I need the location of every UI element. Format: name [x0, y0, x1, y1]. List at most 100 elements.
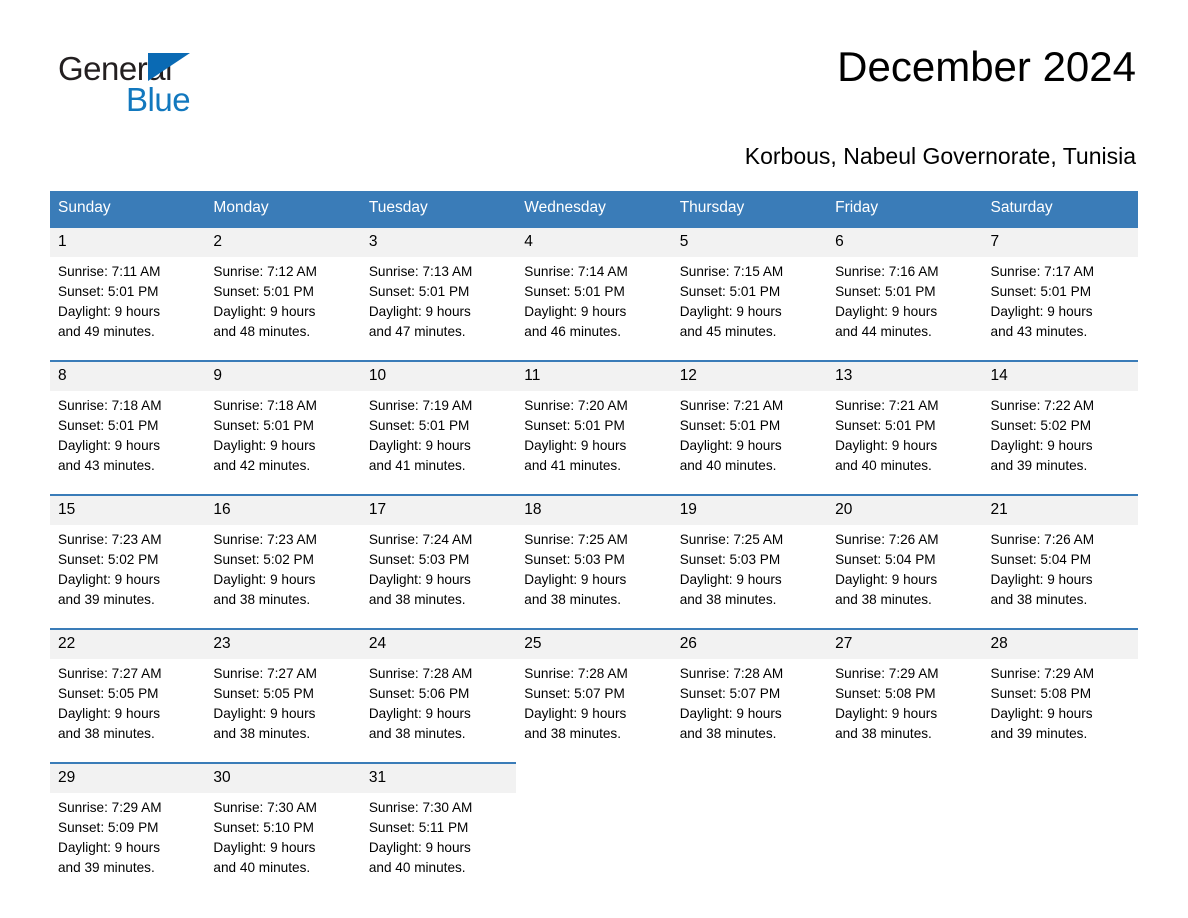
calendar-day[interactable]: 28 Sunrise: 7:29 AM Sunset: 5:08 PM Dayligh…: [982, 628, 1138, 762]
calendar-day[interactable]: 18 Sunrise: 7:25 AM Sunset: 5:03 PM Dayligh…: [516, 494, 672, 628]
day-details: Sunrise: 7:22 AM Sunset: 5:02 PM Daylight:…: [983, 391, 1138, 476]
day-details: Sunrise: 7:18 AM Sunset: 5:01 PM Daylight:…: [50, 391, 205, 476]
daylight-text-line1: Daylight: 9 hours: [524, 438, 627, 454]
calendar-day[interactable]: 17 Sunrise: 7:24 AM Sunset: 5:03 PM Dayligh…: [360, 494, 517, 628]
day-number: 23: [205, 630, 361, 660]
daylight-text-line2: and 38 minutes.: [58, 726, 155, 742]
calendar-day[interactable]: 11 Sunrise: 7:20 AM Sunset: 5:01 PM Dayligh…: [516, 360, 672, 494]
calendar-day[interactable]: 6 Sunrise: 7:16 AM Sunset: 5:01 PM Daylight…: [827, 226, 983, 360]
calendar-cell: 15 Sunrise: 7:23 AM Sunset: 5:02 PM Dayligh…: [50, 494, 206, 628]
calendar-day[interactable]: 14 Sunrise: 7:22 AM Sunset: 5:02 PM Dayligh…: [982, 360, 1138, 494]
calendar-cell: [983, 762, 1138, 896]
calendar-day[interactable]: 9 Sunrise: 7:18 AM Sunset: 5:01 PM Daylight…: [205, 360, 361, 494]
day-details: Sunrise: 7:29 AM Sunset: 5:09 PM Daylight:…: [50, 793, 205, 878]
calendar-day[interactable]: 4 Sunrise: 7:14 AM Sunset: 5:01 PM Daylight…: [516, 226, 672, 360]
daylight-text-line1: Daylight: 9 hours: [524, 706, 627, 722]
day-details: Sunrise: 7:18 AM Sunset: 5:01 PM Daylight:…: [205, 391, 360, 476]
daylight-text-line1: Daylight: 9 hours: [58, 706, 161, 722]
calendar-day[interactable]: 27 Sunrise: 7:29 AM Sunset: 5:08 PM Dayligh…: [827, 628, 983, 762]
calendar-day[interactable]: 30 Sunrise: 7:30 AM Sunset: 5:10 PM Dayligh…: [205, 762, 361, 896]
day-number: 9: [205, 362, 361, 392]
general-blue-logo[interactable]: General Blue: [50, 46, 230, 118]
sunrise-text: Sunrise: 7:26 AM: [835, 532, 939, 548]
daylight-text-line1: Daylight: 9 hours: [368, 304, 471, 320]
day-details: Sunrise: 7:19 AM Sunset: 5:01 PM Daylight:…: [361, 391, 516, 476]
calendar-day[interactable]: 26 Sunrise: 7:28 AM Sunset: 5:07 PM Dayligh…: [671, 628, 828, 762]
calendar-day[interactable]: 5 Sunrise: 7:15 AM Sunset: 5:01 PM Daylight…: [671, 226, 828, 360]
daylight-text-line2: and 41 minutes.: [368, 458, 466, 474]
daylight-text-line1: Daylight: 9 hours: [835, 438, 938, 454]
calendar-day[interactable]: 2 Sunrise: 7:12 AM Sunset: 5:01 PM Daylight…: [205, 226, 361, 360]
day-details: Sunrise: 7:26 AM Sunset: 5:04 PM Daylight:…: [983, 525, 1138, 610]
calendar-day[interactable]: 20 Sunrise: 7:26 AM Sunset: 5:04 PM Dayligh…: [827, 494, 983, 628]
day-number: [827, 762, 982, 773]
day-number: 10: [360, 362, 517, 392]
calendar-day[interactable]: 25 Sunrise: 7:28 AM Sunset: 5:07 PM Dayligh…: [516, 628, 672, 762]
sunset-text: Sunset: 5:01 PM: [835, 284, 936, 300]
calendar-cell: [516, 762, 671, 896]
daylight-text-line1: Daylight: 9 hours: [213, 304, 316, 320]
calendar-day[interactable]: 22 Sunrise: 7:27 AM Sunset: 5:05 PM Dayligh…: [50, 628, 206, 762]
daylight-text-line2: and 39 minutes.: [990, 458, 1088, 474]
calendar-day[interactable]: 7 Sunrise: 7:17 AM Sunset: 5:01 PM Daylight…: [982, 226, 1138, 360]
calendar-day[interactable]: 21 Sunrise: 7:26 AM Sunset: 5:04 PM Dayligh…: [982, 494, 1138, 628]
daylight-text-line1: Daylight: 9 hours: [835, 706, 938, 722]
day-number: 24: [360, 630, 517, 660]
sunrise-text: Sunrise: 7:28 AM: [679, 666, 784, 682]
calendar-day[interactable]: 10 Sunrise: 7:19 AM Sunset: 5:01 PM Dayligh…: [360, 360, 517, 494]
sunset-text: Sunset: 5:01 PM: [368, 284, 470, 300]
calendar-day[interactable]: 23 Sunrise: 7:27 AM Sunset: 5:05 PM Dayligh…: [205, 628, 361, 762]
sunrise-text: Sunrise: 7:28 AM: [524, 666, 628, 682]
calendar-day[interactable]: 16 Sunrise: 7:23 AM Sunset: 5:02 PM Dayligh…: [205, 494, 361, 628]
calendar-day[interactable]: 1 Sunrise: 7:11 AM Sunset: 5:01 PM Daylight…: [50, 226, 206, 360]
calendar-day[interactable]: 15 Sunrise: 7:23 AM Sunset: 5:02 PM Dayligh…: [50, 494, 206, 628]
weekday-header-wednesday: Wednesday: [516, 191, 672, 227]
calendar-day[interactable]: 31 Sunrise: 7:30 AM Sunset: 5:11 PM Dayligh…: [360, 762, 517, 896]
day-number: 3: [360, 228, 517, 258]
triangle-flag-icon: [148, 53, 190, 81]
sunset-text: Sunset: 5:01 PM: [58, 418, 159, 434]
day-details: Sunrise: 7:28 AM Sunset: 5:07 PM Daylight:…: [516, 659, 671, 744]
sunset-text: Sunset: 5:01 PM: [679, 418, 781, 434]
calendar-cell: 27 Sunrise: 7:29 AM Sunset: 5:08 PM Dayligh…: [827, 628, 983, 762]
daylight-text-line2: and 38 minutes.: [835, 592, 932, 608]
day-number: [672, 762, 827, 773]
sunset-text: Sunset: 5:03 PM: [368, 552, 470, 568]
daylight-text-line2: and 38 minutes.: [368, 726, 466, 742]
daylight-text-line2: and 38 minutes.: [679, 592, 777, 608]
daylight-text-line1: Daylight: 9 hours: [524, 304, 627, 320]
daylight-text-line1: Daylight: 9 hours: [990, 706, 1093, 722]
day-details: Sunrise: 7:23 AM Sunset: 5:02 PM Daylight:…: [205, 525, 360, 610]
daylight-text-line2: and 38 minutes.: [679, 726, 777, 742]
calendar-header-row: Sunday Monday Tuesday Wednesday Thursday…: [50, 191, 1138, 227]
sunrise-text: Sunrise: 7:28 AM: [368, 666, 473, 682]
calendar-cell: 10 Sunrise: 7:19 AM Sunset: 5:01 PM Dayligh…: [360, 360, 517, 494]
calendar-cell: 4 Sunrise: 7:14 AM Sunset: 5:01 PM Daylight…: [516, 226, 672, 360]
calendar-cell: 17 Sunrise: 7:24 AM Sunset: 5:03 PM Dayligh…: [360, 494, 517, 628]
day-number: 31: [360, 764, 517, 794]
calendar-day[interactable]: 8 Sunrise: 7:18 AM Sunset: 5:01 PM Daylight…: [50, 360, 206, 494]
calendar-cell: 2 Sunrise: 7:12 AM Sunset: 5:01 PM Daylight…: [205, 226, 361, 360]
daylight-text-line1: Daylight: 9 hours: [679, 438, 782, 454]
calendar-cell: 1 Sunrise: 7:11 AM Sunset: 5:01 PM Daylight…: [50, 226, 206, 360]
day-details: Sunrise: 7:25 AM Sunset: 5:03 PM Daylight:…: [672, 525, 827, 610]
calendar-day[interactable]: 13 Sunrise: 7:21 AM Sunset: 5:01 PM Dayligh…: [827, 360, 983, 494]
calendar-day[interactable]: 24 Sunrise: 7:28 AM Sunset: 5:06 PM Dayligh…: [360, 628, 517, 762]
calendar-day[interactable]: 3 Sunrise: 7:13 AM Sunset: 5:01 PM Daylight…: [360, 226, 517, 360]
daylight-text-line2: and 44 minutes.: [835, 324, 932, 340]
sunrise-text: Sunrise: 7:12 AM: [213, 264, 317, 280]
day-number: 2: [205, 228, 361, 258]
sunrise-text: Sunrise: 7:30 AM: [368, 800, 473, 816]
daylight-text-line1: Daylight: 9 hours: [368, 438, 471, 454]
day-number: 4: [516, 228, 672, 258]
daylight-text-line2: and 40 minutes.: [213, 860, 311, 876]
calendar-cell: 19 Sunrise: 7:25 AM Sunset: 5:03 PM Dayligh…: [671, 494, 828, 628]
calendar-day[interactable]: 29 Sunrise: 7:29 AM Sunset: 5:09 PM Dayligh…: [50, 762, 206, 896]
day-number: 8: [50, 362, 206, 392]
day-number: 22: [50, 630, 206, 660]
sunset-text: Sunset: 5:02 PM: [58, 552, 159, 568]
sunset-text: Sunset: 5:01 PM: [213, 284, 314, 300]
calendar-day[interactable]: 19 Sunrise: 7:25 AM Sunset: 5:03 PM Dayligh…: [671, 494, 828, 628]
daylight-text-line1: Daylight: 9 hours: [58, 438, 161, 454]
calendar-day[interactable]: 12 Sunrise: 7:21 AM Sunset: 5:01 PM Dayligh…: [671, 360, 828, 494]
